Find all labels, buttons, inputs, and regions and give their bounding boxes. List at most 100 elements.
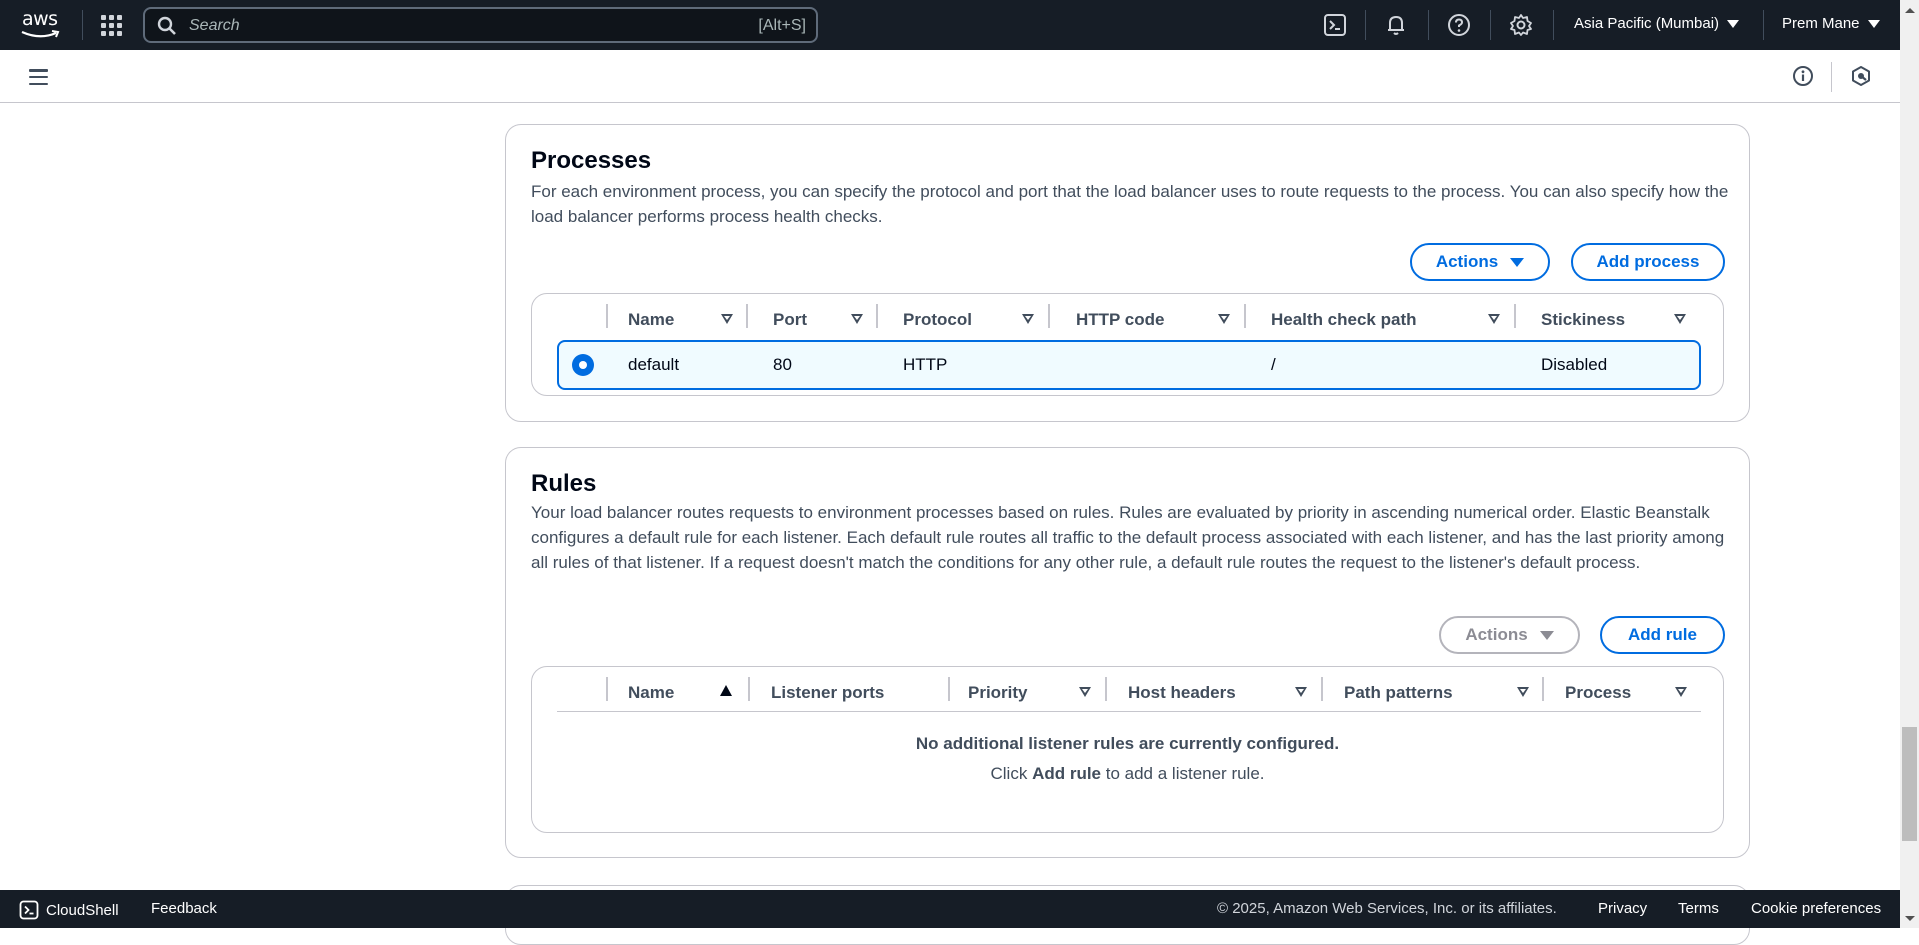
actions-label: Actions — [1465, 625, 1528, 644]
column-divider — [606, 677, 608, 701]
user-name: Prem Mane — [1782, 15, 1860, 32]
scroll-down-arrow-icon[interactable] — [1905, 916, 1915, 921]
column-divider — [606, 304, 608, 328]
nav-divider — [1365, 10, 1366, 40]
column-header-name[interactable]: Name — [628, 306, 674, 334]
search-icon — [157, 16, 176, 35]
sort-icon[interactable] — [1674, 314, 1686, 324]
sort-icon[interactable] — [1022, 314, 1034, 324]
sort-icon[interactable] — [1295, 687, 1307, 697]
processes-description: For each environment process, you can sp… — [531, 182, 1729, 226]
sort-ascending-icon[interactable] — [720, 685, 732, 696]
search-placeholder: Search — [189, 17, 240, 34]
column-header-name[interactable]: Name — [628, 679, 674, 707]
cookie-preferences-link[interactable]: Cookie preferences — [1751, 900, 1881, 917]
rules-table: Name Listener ports Priority Host header… — [531, 666, 1724, 833]
caret-down-icon — [1727, 19, 1740, 28]
aws-logo[interactable]: aws — [20, 8, 62, 42]
caret-down-icon — [1867, 19, 1880, 28]
nav-divider — [1553, 10, 1554, 40]
cell-port: 80 — [773, 355, 792, 374]
cloudshell-icon[interactable] — [1323, 13, 1347, 37]
add-process-button[interactable]: Add process — [1571, 243, 1725, 281]
cloudshell-button[interactable]: CloudShell — [19, 900, 119, 920]
column-header-http-code[interactable]: HTTP code — [1076, 306, 1164, 334]
column-divider[interactable] — [948, 677, 950, 701]
empty-state-message: Click Add rule to add a listener rule. — [990, 764, 1265, 783]
sort-icon[interactable] — [721, 314, 733, 324]
caret-down-icon — [1510, 257, 1525, 267]
table-row[interactable]: default 80 HTTP / Disabled — [557, 340, 1701, 390]
terms-link[interactable]: Terms — [1678, 900, 1719, 917]
column-divider[interactable] — [1105, 677, 1107, 701]
scrollbar-thumb[interactable] — [1902, 727, 1917, 841]
processes-table: Name Port Protocol HTTP code Health chec… — [531, 293, 1724, 396]
sort-icon[interactable] — [1675, 687, 1687, 697]
empty-state-title: No additional listener rules are current… — [915, 734, 1340, 753]
processes-container: Processes For each environment process, … — [505, 124, 1750, 422]
column-header-listener-ports[interactable]: Listener ports — [771, 679, 884, 707]
sort-icon[interactable] — [1517, 687, 1529, 697]
search-input[interactable]: Search [Alt+S] — [143, 7, 818, 43]
nav-divider — [1490, 10, 1491, 40]
column-divider[interactable] — [1048, 304, 1050, 328]
info-icon[interactable] — [1792, 65, 1814, 87]
column-divider[interactable] — [748, 677, 750, 701]
column-header-protocol[interactable]: Protocol — [903, 306, 972, 334]
cell-stickiness: Disabled — [1541, 355, 1608, 374]
sub-header-divider — [1831, 62, 1832, 92]
privacy-link[interactable]: Privacy — [1598, 900, 1647, 917]
help-icon[interactable] — [1447, 13, 1471, 37]
aws-logo-text: aws — [22, 8, 58, 30]
actions-label: Actions — [1435, 252, 1499, 271]
processes-title: Processes — [531, 147, 652, 174]
add-rule-button[interactable]: Add rule — [1600, 616, 1725, 654]
bell-icon[interactable] — [1384, 13, 1408, 37]
column-header-host-headers[interactable]: Host headers — [1128, 679, 1236, 707]
search-shortcut: [Alt+S] — [758, 17, 806, 34]
user-menu[interactable]: Prem Mane — [1782, 15, 1880, 32]
sort-icon[interactable] — [851, 314, 863, 324]
settings-icon[interactable] — [1509, 13, 1533, 37]
rules-title: Rules — [531, 470, 597, 497]
cell-health-check-path: / — [1271, 355, 1276, 374]
add-rule-label: Add rule — [1628, 625, 1697, 644]
column-divider[interactable] — [1514, 304, 1516, 328]
region-selector[interactable]: Asia Pacific (Mumbai) — [1574, 15, 1740, 32]
cloudshell-label: CloudShell — [46, 901, 119, 919]
nav-divider — [1428, 10, 1429, 40]
column-header-stickiness[interactable]: Stickiness — [1541, 306, 1625, 334]
sub-header — [0, 50, 1900, 103]
nav-divider — [1763, 10, 1764, 40]
column-header-path-patterns[interactable]: Path patterns — [1344, 679, 1453, 707]
sort-icon[interactable] — [1079, 687, 1091, 697]
caret-down-icon — [1539, 630, 1554, 640]
column-divider[interactable] — [1321, 677, 1323, 701]
column-header-health-check-path[interactable]: Health check path — [1271, 306, 1417, 334]
sort-icon[interactable] — [1488, 314, 1500, 324]
menu-icon[interactable] — [29, 69, 48, 85]
copyright: © 2025, Amazon Web Services, Inc. or its… — [1217, 900, 1557, 917]
column-header-priority[interactable]: Priority — [968, 679, 1028, 707]
feedback-link[interactable]: Feedback — [151, 900, 217, 917]
rules-actions-button[interactable]: Actions — [1439, 616, 1580, 654]
column-divider[interactable] — [876, 304, 878, 328]
page-scrollbar[interactable] — [1900, 0, 1919, 928]
row-radio-selected[interactable] — [572, 354, 594, 376]
cloudshell-icon — [19, 900, 39, 920]
rules-description: Your load balancer routes requests to en… — [531, 503, 1725, 572]
nav-divider — [82, 10, 83, 40]
sort-icon[interactable] — [1218, 314, 1230, 324]
column-divider[interactable] — [746, 304, 748, 328]
column-header-port[interactable]: Port — [773, 306, 807, 334]
notifications-panel-icon[interactable] — [1850, 65, 1872, 87]
column-header-process[interactable]: Process — [1565, 679, 1631, 707]
header-divider — [557, 711, 1701, 712]
aws-smile-icon — [21, 30, 60, 38]
processes-actions-button[interactable]: Actions — [1410, 243, 1550, 281]
column-divider[interactable] — [1542, 677, 1544, 701]
services-grid-icon[interactable] — [101, 15, 122, 36]
region-label: Asia Pacific (Mumbai) — [1574, 15, 1720, 32]
column-divider[interactable] — [1244, 304, 1246, 328]
scroll-up-arrow-icon[interactable] — [1905, 8, 1915, 13]
